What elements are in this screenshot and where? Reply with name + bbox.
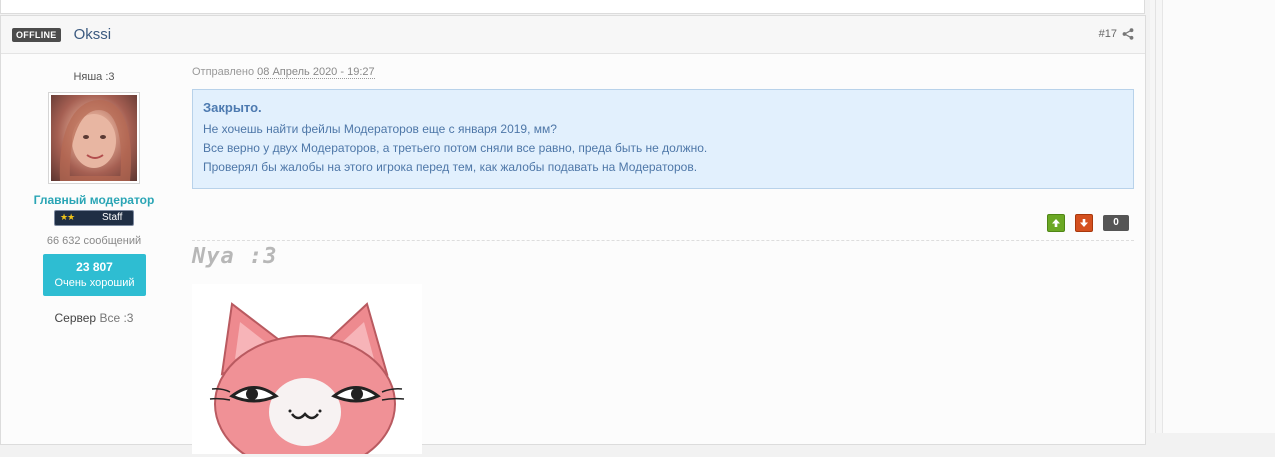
author-name-link[interactable]: Okssi [74, 26, 112, 43]
sidebar-divider [1155, 0, 1156, 433]
cat-illustration [209, 302, 405, 457]
server-info: Сервер Все :3 [1, 311, 187, 325]
group-name: Главный модератор [33, 193, 155, 207]
post-count: 66 632 сообщений [46, 235, 142, 247]
sidebar-panel [1162, 0, 1275, 433]
avatar[interactable] [48, 92, 140, 184]
vote-up-button[interactable] [1047, 214, 1065, 232]
signature-cat-image [192, 284, 422, 457]
post-number-link[interactable]: #17 [1099, 28, 1117, 40]
right-sidebar [1150, 0, 1275, 433]
share-icon[interactable] [1122, 28, 1134, 40]
arrow-up-icon [1052, 219, 1060, 227]
notice-line: Проверял бы жалобы на этого игрока перед… [203, 160, 698, 174]
staff-label: Staff [102, 212, 123, 223]
vote-down-button[interactable] [1075, 214, 1093, 232]
notice-title: Закрыто. [203, 100, 262, 115]
post-meta: Отправлено 08 Апрель 2020 - 19:27 [192, 66, 375, 79]
avatar-image [51, 95, 137, 181]
author-info: Няша :3 Главный модератор ★★ Staff 66 63… [1, 54, 187, 434]
staff-badge: ★★ Staff [54, 210, 134, 226]
star-icon: ★★ [60, 212, 75, 222]
reputation-value: 23 807 [76, 260, 113, 274]
arrow-down-icon [1080, 219, 1088, 227]
author-title: Няша :3 [73, 71, 115, 83]
previous-post-tail [0, 0, 1145, 14]
server-value: Все :3 [99, 311, 134, 325]
signature-divider [192, 240, 1134, 241]
forum-post: OFFLINE Okssi #17 Няша :3 Главный модера… [0, 15, 1146, 457]
rep-count: 0 [1103, 215, 1129, 231]
status-badge: OFFLINE [12, 27, 61, 42]
server-label: Сервер [54, 311, 97, 325]
post-date: 08 Апрель 2020 - 19:27 [257, 66, 375, 79]
reputation-box: 23 807 Очень хороший [43, 254, 146, 296]
post-header: OFFLINE Okssi #17 [1, 16, 1145, 54]
moderator-notice: Закрыто. Не хочешь найти фейлы Модератор… [192, 89, 1134, 189]
notice-line: Не хочешь найти фейлы Модераторов еще с … [203, 122, 557, 136]
reputation-controls: 0 [1047, 214, 1129, 232]
signature-text: Nya :3 [192, 244, 278, 269]
notice-line: Все верно у двух Модераторов, а третьего… [203, 141, 708, 155]
posted-label: Отправлено [192, 66, 255, 78]
avatar-portrait [59, 99, 131, 181]
reputation-label: Очень хороший [54, 277, 135, 289]
